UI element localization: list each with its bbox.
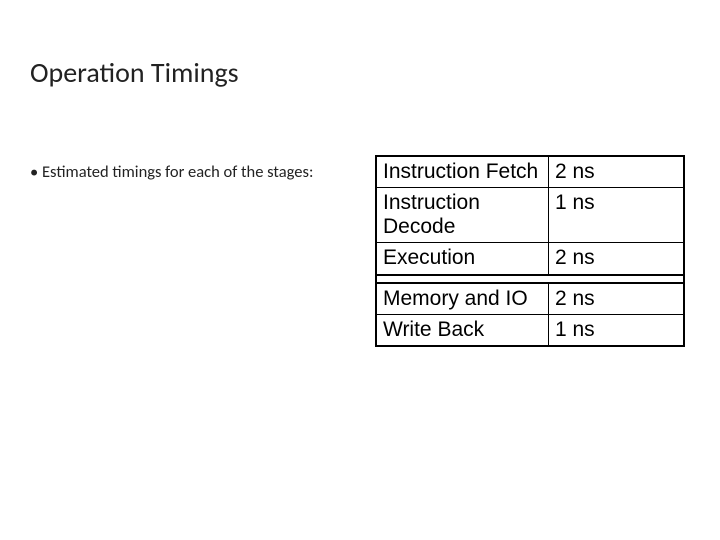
timing-cell: 1 ns — [548, 314, 684, 346]
timing-cell: 2 ns — [548, 156, 684, 188]
table-group-gap — [376, 275, 684, 283]
bullet-dot: • — [30, 162, 42, 183]
stage-cell: Memory and IO — [376, 283, 548, 315]
bullet-item: •Estimated timings for each of the stage… — [30, 162, 335, 183]
timing-cell: 1 ns — [548, 188, 684, 243]
stage-cell: Instruction Fetch — [376, 156, 548, 188]
table-row: Instruction Fetch 2 ns — [376, 156, 684, 188]
slide: Operation Timings •Estimated timings for… — [0, 0, 720, 540]
timing-cell: 2 ns — [548, 243, 684, 275]
table-row: Execution 2 ns — [376, 243, 684, 275]
timing-table: Instruction Fetch 2 ns Instruction Decod… — [375, 155, 685, 347]
stage-cell: Instruction Decode — [376, 188, 548, 243]
bullet-text: Estimated timings for each of the stages… — [42, 162, 313, 182]
stage-cell: Execution — [376, 243, 548, 275]
page-title: Operation Timings — [30, 55, 239, 90]
stage-cell: Write Back — [376, 314, 548, 346]
table-row: Instruction Decode 1 ns — [376, 188, 684, 243]
table-row: Write Back 1 ns — [376, 314, 684, 346]
table-row: Memory and IO 2 ns — [376, 283, 684, 315]
timing-cell: 2 ns — [548, 283, 684, 315]
